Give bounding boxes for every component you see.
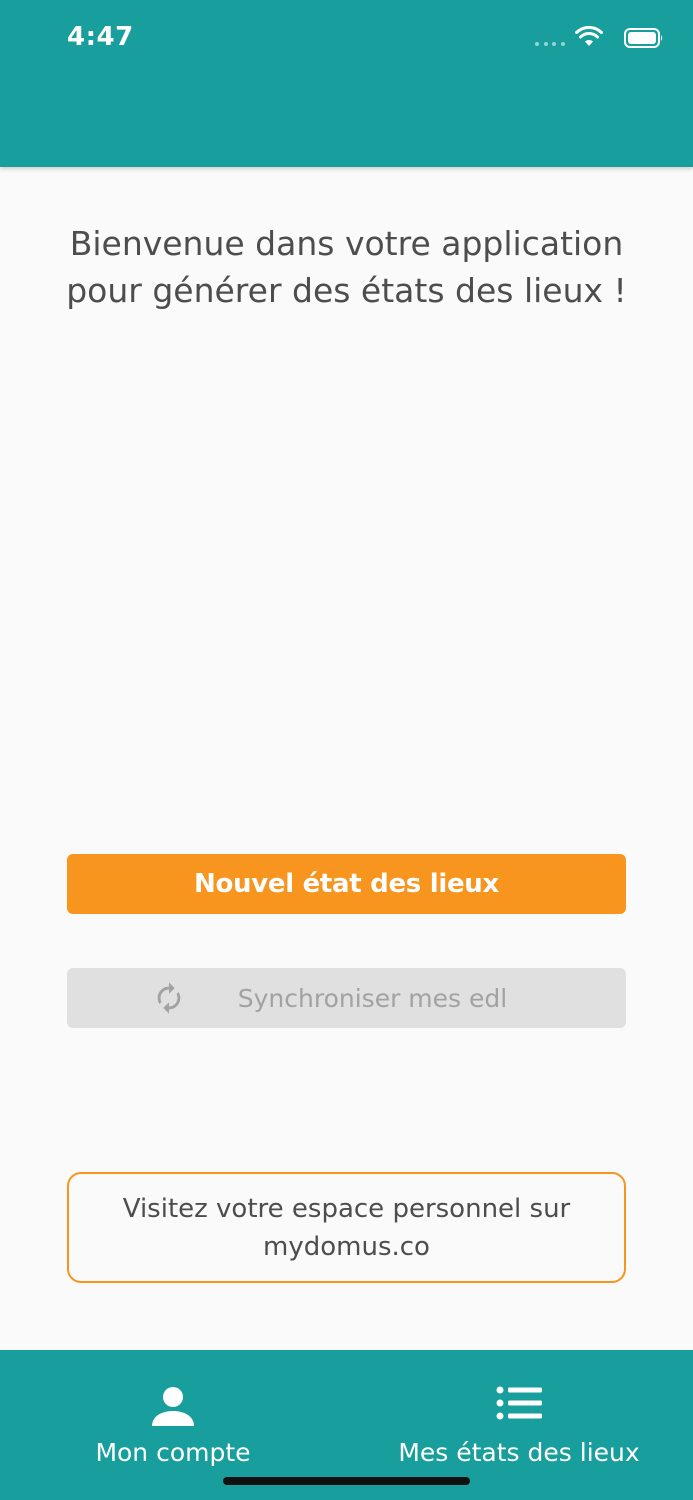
visit-line-2: mydomus.co — [263, 1231, 430, 1262]
wifi-icon — [575, 26, 603, 46]
list-icon — [496, 1386, 542, 1420]
sync-button[interactable]: Synchroniser mes edl — [67, 968, 626, 1028]
visit-line-1: Visitez votre espace personnel sur — [122, 1193, 571, 1224]
welcome-line-2: pour générer des états des lieux ! — [66, 271, 627, 310]
welcome-message: Bienvenue dans votre application pour gé… — [40, 220, 653, 314]
tab-my-account[interactable]: Mon compte — [60, 1350, 286, 1480]
app-screen: 4:47 Bienvenue dans votre application po… — [0, 0, 693, 1500]
welcome-line-1: Bienvenue dans votre application — [69, 224, 624, 263]
header-bar: 4:47 — [0, 0, 693, 167]
visit-portal-button[interactable]: Visitez votre espace personnel sur mydom… — [67, 1172, 626, 1283]
home-indicator[interactable] — [223, 1477, 470, 1485]
battery-icon — [624, 28, 663, 48]
tab-my-inspections[interactable]: Mes états des lieux — [390, 1350, 648, 1480]
signal-dots-icon — [535, 42, 565, 46]
user-icon — [152, 1387, 194, 1426]
tab-my-inspections-label: Mes états des lieux — [398, 1438, 640, 1467]
tab-my-account-label: Mon compte — [95, 1438, 251, 1467]
status-time: 4:47 — [67, 22, 134, 52]
new-inspection-button[interactable]: Nouvel état des lieux — [67, 854, 626, 914]
refresh-icon — [157, 982, 181, 1014]
new-inspection-label: Nouvel état des lieux — [194, 869, 499, 899]
sync-label: Synchroniser mes edl — [237, 983, 508, 1013]
